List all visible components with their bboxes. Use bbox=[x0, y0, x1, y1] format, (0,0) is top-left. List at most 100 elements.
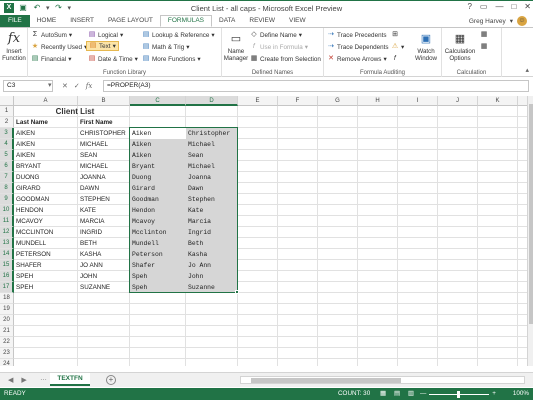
row-header-22[interactable]: 22 bbox=[0, 337, 14, 348]
column-header-g[interactable]: G bbox=[318, 96, 358, 106]
date-time-button[interactable]: ▤ Date & Time ▾ bbox=[88, 54, 138, 64]
table-cell[interactable]: GIRARD bbox=[14, 183, 78, 194]
trace-precedents-button[interactable]: ⇢ Trace Precedents bbox=[327, 30, 386, 40]
column-header-a[interactable]: A bbox=[14, 96, 78, 106]
table-cell[interactable]: AIKEN bbox=[14, 150, 78, 161]
name-box[interactable]: C3 bbox=[3, 80, 53, 92]
row-header-12[interactable]: 12 bbox=[0, 227, 14, 238]
tab-review[interactable]: REVIEW bbox=[242, 15, 282, 27]
table-cell[interactable]: MARCIA bbox=[78, 216, 130, 227]
math-trig-button[interactable]: ▤ Math & Trig ▾ bbox=[142, 42, 190, 52]
row-header-20[interactable]: 20 bbox=[0, 315, 14, 326]
tab-insert[interactable]: INSERT bbox=[63, 15, 101, 27]
row-header-10[interactable]: 10 bbox=[0, 205, 14, 216]
zoom-thumb[interactable] bbox=[457, 390, 461, 398]
table-cell[interactable]: SHAFER bbox=[14, 260, 78, 271]
tab-file[interactable]: FILE bbox=[0, 15, 30, 27]
vertical-scroll-thumb[interactable] bbox=[529, 104, 533, 324]
cancel-icon[interactable]: ✕ bbox=[62, 82, 68, 90]
table-cell[interactable]: KASHA bbox=[78, 249, 130, 260]
row-header-7[interactable]: 7 bbox=[0, 172, 14, 183]
row-header-23[interactable]: 23 bbox=[0, 348, 14, 359]
zoom-level[interactable]: 100% bbox=[513, 388, 529, 400]
collapse-ribbon-icon[interactable]: ▴ bbox=[525, 66, 529, 74]
calculate-now-button[interactable]: ▦ bbox=[480, 30, 488, 40]
table-cell[interactable]: BRYANT bbox=[14, 161, 78, 172]
horizontal-scrollbar[interactable] bbox=[240, 376, 525, 384]
table-cell[interactable]: BETH bbox=[78, 238, 130, 249]
table-cell[interactable]: SPEH bbox=[14, 271, 78, 282]
name-manager-button[interactable]: ▭ Name Manager bbox=[223, 31, 249, 62]
lookup-reference-button[interactable]: ▤ Lookup & Reference ▾ bbox=[142, 30, 215, 40]
row-header-17[interactable]: 17 bbox=[0, 282, 14, 293]
error-checking-button[interactable]: ⚠ ▾ bbox=[391, 42, 404, 52]
table-cell[interactable]: SUZANNE bbox=[78, 282, 130, 293]
enter-icon[interactable]: ✓ bbox=[74, 82, 80, 90]
column-header-c[interactable]: C bbox=[130, 96, 186, 106]
table-cell[interactable]: STEPHEN bbox=[78, 194, 130, 205]
zoom-slider[interactable]: — + bbox=[420, 388, 496, 400]
table-cell[interactable]: MUNDELL bbox=[14, 238, 78, 249]
header-cell-first-name[interactable]: First Name bbox=[78, 117, 130, 128]
insert-function-button[interactable]: fx Insert Function bbox=[2, 31, 26, 62]
tab-formulas[interactable]: FORMULAS bbox=[159, 15, 212, 27]
row-header-5[interactable]: 5 bbox=[0, 150, 14, 161]
evaluate-formula-button[interactable]: 𝑓 bbox=[391, 54, 399, 64]
row-header-15[interactable]: 15 bbox=[0, 260, 14, 271]
row-header-16[interactable]: 16 bbox=[0, 271, 14, 282]
table-cell[interactable]: AIKEN bbox=[14, 139, 78, 150]
select-all-corner[interactable] bbox=[0, 96, 14, 106]
sheet-title-cell[interactable]: Client List bbox=[14, 106, 134, 117]
fill-handle[interactable] bbox=[235, 290, 239, 294]
header-cell-last-name[interactable]: Last Name bbox=[14, 117, 78, 128]
page-break-view-icon[interactable]: ▥ bbox=[408, 388, 414, 400]
row-header-13[interactable]: 13 bbox=[0, 238, 14, 249]
row-header-21[interactable]: 21 bbox=[0, 326, 14, 337]
row-header-24[interactable]: 24 bbox=[0, 359, 14, 366]
column-header-j[interactable]: J bbox=[438, 96, 478, 106]
close-icon[interactable]: ✕ bbox=[524, 2, 531, 11]
table-cell[interactable]: DAWN bbox=[78, 183, 130, 194]
tab-view[interactable]: VIEW bbox=[282, 15, 313, 27]
table-cell[interactable]: CHRISTOPHER bbox=[78, 128, 130, 139]
help-icon[interactable]: ? bbox=[467, 2, 471, 11]
tab-data[interactable]: DATA bbox=[212, 15, 242, 27]
horizontal-scroll-thumb[interactable] bbox=[251, 378, 401, 383]
add-sheet-button[interactable]: + bbox=[106, 375, 116, 385]
row-header-1[interactable]: 1 bbox=[0, 106, 14, 117]
column-header-k[interactable]: K bbox=[478, 96, 518, 106]
row-header-6[interactable]: 6 bbox=[0, 161, 14, 172]
column-header-h[interactable]: H bbox=[358, 96, 398, 106]
ribbon-display-icon[interactable]: ▭ bbox=[480, 2, 488, 11]
table-cell[interactable]: MICHAEL bbox=[78, 161, 130, 172]
table-cell[interactable]: MCCLINTON bbox=[14, 227, 78, 238]
vertical-scrollbar[interactable] bbox=[527, 96, 533, 366]
prev-sheet-icon[interactable]: ◀ bbox=[8, 376, 13, 384]
table-cell[interactable]: HENDON bbox=[14, 205, 78, 216]
row-header-18[interactable]: 18 bbox=[0, 293, 14, 304]
zoom-out-icon[interactable]: — bbox=[420, 388, 426, 400]
create-from-selection-button[interactable]: ▦ Create from Selection bbox=[250, 54, 321, 64]
column-header-d[interactable]: D bbox=[186, 96, 238, 106]
watch-window-button[interactable]: ▣ Watch Window bbox=[412, 31, 440, 62]
sheet-tab-textfn[interactable]: TEXTFN bbox=[50, 373, 90, 386]
maximize-icon[interactable]: □ bbox=[511, 2, 516, 11]
row-header-2[interactable]: 2 bbox=[0, 117, 14, 128]
recently-used-button[interactable]: ★ Recently Used▾ bbox=[31, 42, 87, 52]
text-button[interactable]: ▤ Text ▾ bbox=[86, 41, 119, 51]
row-header-9[interactable]: 9 bbox=[0, 194, 14, 205]
row-header-11[interactable]: 11 bbox=[0, 216, 14, 227]
formula-input[interactable]: =PROPER(A3) bbox=[103, 80, 529, 92]
more-functions-button[interactable]: ▤ More Functions ▾ bbox=[142, 54, 201, 64]
worksheet-grid[interactable]: ABCDEFGHIJKL1234567891011121314151617181… bbox=[0, 96, 527, 366]
use-in-formula-button[interactable]: 𝑓 Use in Formula ▾ bbox=[250, 42, 308, 52]
next-sheet-icon[interactable]: ▶ bbox=[21, 376, 26, 384]
table-cell[interactable]: KATE bbox=[78, 205, 130, 216]
trace-dependents-button[interactable]: ⇢ Trace Dependents bbox=[327, 42, 389, 52]
table-cell[interactable]: PETERSON bbox=[14, 249, 78, 260]
table-cell[interactable]: GOODMAN bbox=[14, 194, 78, 205]
minimize-icon[interactable]: — bbox=[495, 2, 503, 11]
calculation-options-button[interactable]: ▦ Calculation Options bbox=[444, 31, 476, 62]
table-cell[interactable]: JOANNA bbox=[78, 172, 130, 183]
table-cell[interactable]: AIKEN bbox=[14, 128, 78, 139]
